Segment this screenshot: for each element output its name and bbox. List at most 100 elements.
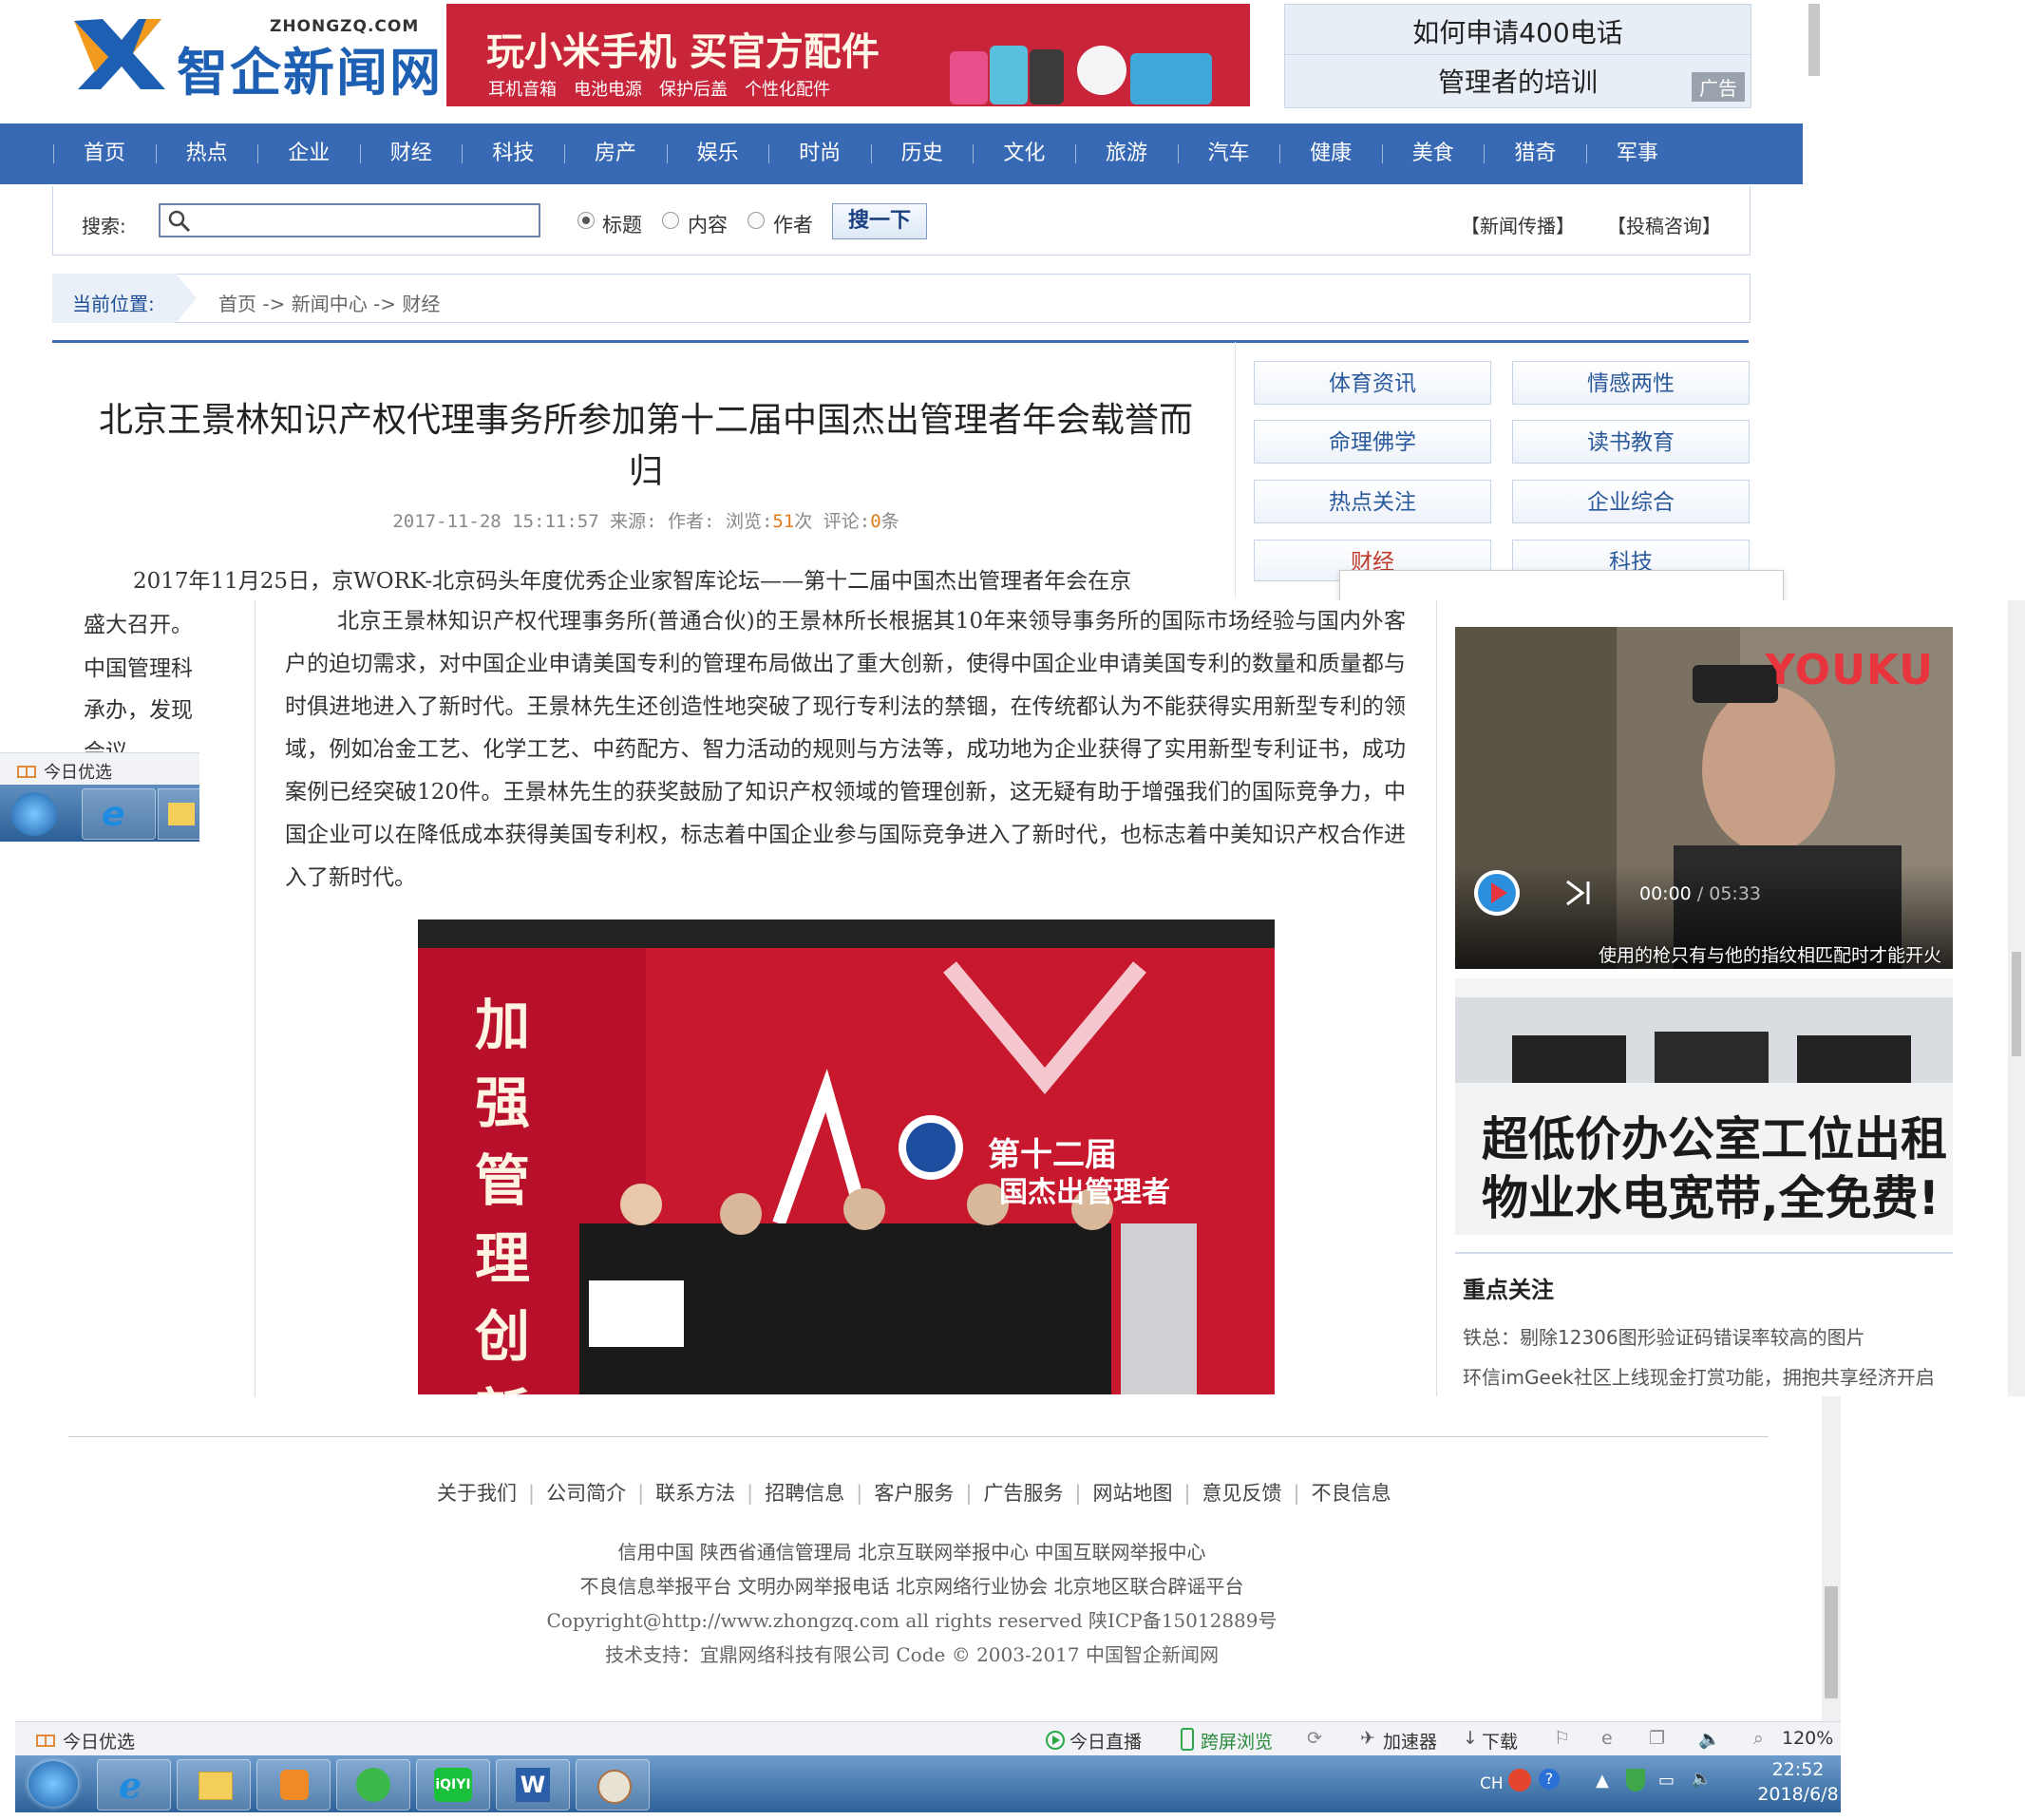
nav-item[interactable]: 旅游 <box>1074 123 1178 184</box>
iqiyi-icon[interactable]: iQIYI <box>416 1759 490 1811</box>
banner-ad[interactable]: 玩小米手机 买官方配件 耳机音箱 电池电源 保护后盖 个性化配件 <box>446 4 1250 106</box>
nav-item[interactable]: 美食 <box>1381 123 1485 184</box>
cat-hot[interactable]: 热点关注 <box>1254 480 1491 523</box>
tray-expand-icon[interactable]: ▲ <box>1596 1771 1609 1791</box>
award-photo: 加强管理创新 第十二届 国杰出管理者 <box>418 919 1275 1394</box>
start-button-icon[interactable] <box>28 1761 78 1807</box>
nav-item[interactable]: 首页 <box>53 123 156 184</box>
nav-item[interactable]: 时尚 <box>768 123 871 184</box>
play-button-icon[interactable] <box>1470 866 1523 919</box>
news-spread-link[interactable]: 【新闻传播】 <box>1461 211 1575 238</box>
window-icon[interactable]: ❐ <box>1649 1728 1665 1749</box>
fav-label[interactable]: 今日优选 <box>44 759 112 784</box>
network-icon[interactable]: ▭ <box>1658 1771 1675 1791</box>
text-fragment: 中国管理科 <box>84 656 193 681</box>
radio-title[interactable] <box>577 212 595 229</box>
panel-scrollbar[interactable] <box>2008 600 2025 1396</box>
footer-line2[interactable]: 不良信息举报平台 文明办网举报电话 北京网络行业协会 北京地区联合辟谣平台 <box>437 1571 1387 1599</box>
nav-item[interactable]: 娱乐 <box>666 123 769 184</box>
footer-link[interactable]: 招聘信息 <box>765 1482 844 1505</box>
cat-enterprise[interactable]: 企业综合 <box>1512 480 1750 523</box>
volume-icon[interactable]: 🔈 <box>1698 1728 1721 1750</box>
video-player[interactable]: YOUKU 00:00 / 05:33 使用的枪只有与他的指纹相匹配时才能开火 <box>1455 627 1953 969</box>
nav-item[interactable]: 历史 <box>870 123 974 184</box>
accelerator-button[interactable]: 加速器 <box>1383 1728 1437 1754</box>
fav-label[interactable]: 今日优选 <box>63 1728 135 1754</box>
gift-icon <box>17 766 36 778</box>
nav-item[interactable]: 企业 <box>257 123 360 184</box>
cat-buddhism[interactable]: 命理佛学 <box>1254 420 1491 464</box>
radio-content[interactable] <box>662 212 679 229</box>
download-icon: ↓ <box>1463 1728 1478 1749</box>
footer-link[interactable]: 公司简介 <box>546 1482 626 1505</box>
folder-icon[interactable] <box>177 1759 251 1811</box>
footer-link[interactable]: 广告服务 <box>983 1482 1063 1505</box>
footer-link[interactable]: 意见反馈 <box>1202 1482 1282 1505</box>
ie-icon[interactable]: e <box>97 1759 171 1811</box>
search-button[interactable]: 搜一下 <box>832 203 927 239</box>
cat-emotion[interactable]: 情感两性 <box>1512 361 1750 405</box>
focus-item[interactable]: 环信imGeek社区上线现金打赏功能，拥抱共享经济开启 <box>1463 1362 1935 1390</box>
flag-icon[interactable]: ⚐ <box>1554 1728 1570 1749</box>
security-icon[interactable] <box>1626 1769 1645 1792</box>
nav-item[interactable]: 健康 <box>1279 123 1382 184</box>
refresh-icon[interactable]: ⟳ <box>1307 1728 1322 1749</box>
bottom-scrollbar[interactable] <box>1822 1396 1841 1721</box>
nav-item[interactable]: 热点 <box>155 123 258 184</box>
clock-date[interactable]: 2018/6/8 <box>1746 1784 1850 1805</box>
folder-icon[interactable] <box>158 788 201 840</box>
text-ad-box[interactable]: 如何申请400电话 管理者的培训 广告 <box>1284 4 1751 108</box>
browser-360-icon[interactable] <box>336 1759 410 1811</box>
banner-subtitle: 耳机音箱 电池电源 保护后盖 个性化配件 <box>488 80 830 100</box>
sogou-icon[interactable] <box>1508 1769 1531 1792</box>
browser-status-bar: 今日优选 今日直播 跨屏浏览 ⟳ ✈ 加速器 ↓ 下载 ⚐ e ❐ 🔈 ⌕ 12… <box>15 1721 1841 1756</box>
office-ad-line2: 物业水电宽带,全免费! <box>1482 1171 1940 1225</box>
footer-link[interactable]: 客户服务 <box>874 1482 954 1505</box>
clock-time[interactable]: 22:52 <box>1755 1759 1841 1780</box>
ime-indicator[interactable]: CH <box>1480 1774 1504 1793</box>
ad-link-training[interactable]: 管理者的培训 <box>1285 62 1751 100</box>
help-icon[interactable]: ? <box>1539 1769 1560 1790</box>
cat-sports[interactable]: 体育资讯 <box>1254 361 1491 405</box>
search-input[interactable] <box>159 203 540 237</box>
volume-muted-icon[interactable]: 🔈 <box>1691 1769 1712 1789</box>
live-button[interactable]: 今日直播 <box>1069 1728 1142 1754</box>
word-icon[interactable]: W <box>496 1759 570 1811</box>
nav-item[interactable]: 文化 <box>973 123 1075 184</box>
ad-link-400[interactable]: 如何申请400电话 <box>1285 12 1751 50</box>
ie-mode-icon[interactable]: e <box>1601 1728 1613 1749</box>
nav-item[interactable]: 军事 <box>1585 123 1689 184</box>
zoom-level[interactable]: 120% <box>1782 1728 1833 1749</box>
footer-link[interactable]: 不良信息 <box>1312 1482 1391 1505</box>
footer-link[interactable]: 联系方法 <box>655 1482 735 1505</box>
download-button[interactable]: 下载 <box>1482 1728 1518 1754</box>
article-meta: 2017-11-28 15:11:57 来源: 作者: 浏览:51次 评论:0条 <box>392 511 899 532</box>
photo-banner-text: 加强管理创新 <box>475 993 531 1394</box>
start-icon[interactable] <box>11 792 57 836</box>
nav-item[interactable]: 科技 <box>462 123 564 184</box>
text-fragment: 会议 <box>84 740 127 752</box>
breadcrumb-path[interactable]: 首页 -> 新闻中心 -> 财经 <box>218 289 440 316</box>
office-rent-ad[interactable]: 超低价办公室工位出租 物业水电宽带,全免费! <box>1455 978 1953 1235</box>
cross-screen-button[interactable]: 跨屏浏览 <box>1201 1728 1273 1754</box>
media-player-icon[interactable] <box>256 1759 331 1811</box>
nav-item[interactable]: 房产 <box>563 123 667 184</box>
footer-line1[interactable]: 信用中国 陕西省通信管理局 北京互联网举报中心 中国互联网举报中心 <box>437 1537 1387 1564</box>
footer-link[interactable]: 关于我们 <box>437 1482 517 1505</box>
view-count: 51 <box>772 511 795 532</box>
nav-item[interactable]: 猎奇 <box>1484 123 1586 184</box>
focus-item[interactable]: 铁总：剔除12306图形验证码错误率较高的图片 <box>1463 1322 1865 1350</box>
logo-text[interactable]: 智企新闻网 <box>177 30 443 105</box>
nav-item[interactable]: 财经 <box>359 123 463 184</box>
radio-author[interactable] <box>748 212 765 229</box>
footer-divider: | <box>1293 1482 1300 1505</box>
footer-link[interactable]: 网站地图 <box>1092 1482 1172 1505</box>
cat-education[interactable]: 读书教育 <box>1512 420 1750 464</box>
paint-icon[interactable] <box>576 1759 650 1811</box>
nav-item[interactable]: 汽车 <box>1177 123 1280 184</box>
submission-link[interactable]: 【投稿咨询】 <box>1607 211 1721 238</box>
text-fragment: 盛大召开。 <box>84 613 193 637</box>
next-icon[interactable] <box>1561 876 1596 910</box>
ie-icon[interactable]: e <box>82 788 156 840</box>
site-logo-icon[interactable] <box>66 11 171 97</box>
